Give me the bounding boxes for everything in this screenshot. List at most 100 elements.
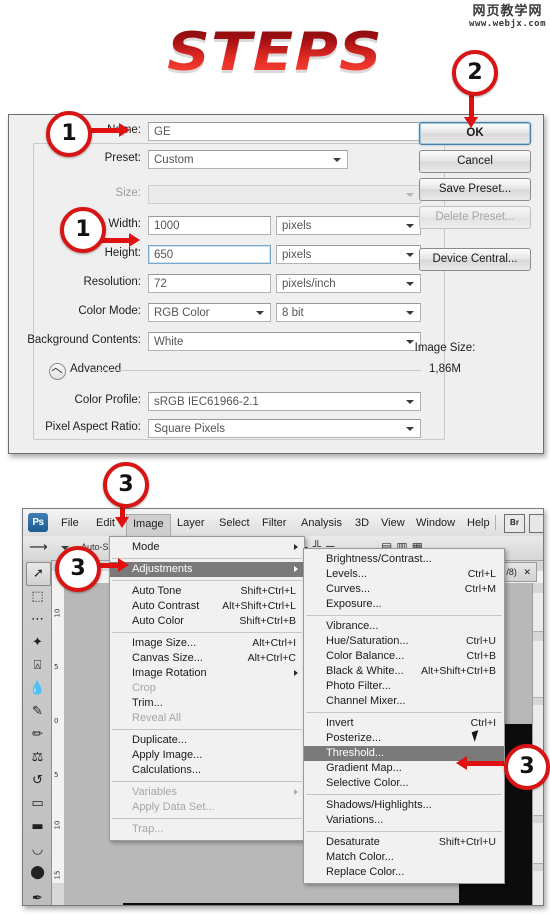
menu-item-label: Brightness/Contrast... (326, 553, 432, 565)
tool-crop[interactable]: ⍓ (26, 655, 49, 677)
menu-item-shortcut: Ctrl+L (467, 568, 496, 580)
menu-filter[interactable]: Filter (256, 514, 292, 532)
height-input[interactable]: 650 (148, 245, 271, 264)
menu-item-label: Apply Image... (132, 749, 203, 761)
menu-item-label: Replace Color... (326, 866, 405, 878)
tool-pen[interactable]: ✒ (26, 888, 49, 905)
menu-item-desaturate[interactable]: Desaturate Shift+Ctrl+U (304, 835, 504, 850)
menu-item-exposure[interactable]: Exposure... (304, 597, 504, 612)
menu-item-adjustments[interactable]: Adjustments (110, 562, 304, 577)
ruler-label: 15 (53, 870, 62, 880)
menu-item-selective-color[interactable]: Selective Color... (304, 776, 504, 791)
image-menu[interactable]: Mode Adjustments Auto Tone Shift+Ctrl+L Auto… (109, 536, 305, 841)
menu-item-auto-contrast[interactable]: Auto Contrast Alt+Shift+Ctrl+L (110, 599, 304, 614)
tool-move[interactable]: ➚ (26, 562, 51, 586)
menu-item-threshold[interactable]: Threshold... (304, 746, 504, 761)
menu-layer[interactable]: Layer (171, 514, 211, 532)
menu-file[interactable]: File (55, 514, 85, 532)
menu-item-hue-saturation[interactable]: Hue/Saturation... Ctrl+U (304, 634, 504, 649)
pixel-aspect-select[interactable]: Square Pixels (148, 419, 421, 438)
cancel-button[interactable]: Cancel (419, 150, 531, 173)
menu-item-levels[interactable]: Levels... Ctrl+L (304, 567, 504, 582)
menu-item-auto-color[interactable]: Auto Color Shift+Ctrl+B (110, 614, 304, 629)
height-unit-select[interactable]: pixels (276, 245, 421, 264)
menu-item-calculations[interactable]: Calculations... (110, 763, 304, 778)
menu-item-brightness-contrast[interactable]: Brightness/Contrast... (304, 552, 504, 567)
advanced-collapse-icon[interactable] (49, 363, 66, 380)
menu-item-curves[interactable]: Curves... Ctrl+M (304, 582, 504, 597)
save-preset-button[interactable]: Save Preset... (419, 178, 531, 201)
new-document-dialog: Name: GE Preset: Custom Size: Width: 100… (8, 114, 544, 454)
tool-clone-stamp[interactable]: ⚖ (26, 747, 49, 769)
menu-3d[interactable]: 3D (349, 514, 375, 532)
width-unit-select[interactable]: pixels (276, 216, 421, 235)
menu-help[interactable]: Help (461, 514, 496, 532)
menu-item-channel-mixer[interactable]: Channel Mixer... (304, 694, 504, 709)
menu-item-mode[interactable]: Mode (110, 540, 304, 555)
document-tab[interactable]: /8) ✕ (500, 562, 537, 582)
menu-item-invert[interactable]: Invert Ctrl+I (304, 716, 504, 731)
panel-block[interactable] (533, 593, 543, 632)
menu-item-canvas-size[interactable]: Canvas Size... Alt+Ctrl+C (110, 651, 304, 666)
tool-lasso[interactable]: ⋯ (26, 609, 49, 631)
background-contents-select[interactable]: White (148, 332, 421, 351)
screen-mode-icon[interactable] (529, 514, 543, 533)
menu-separator (112, 729, 302, 730)
menu-item-black-white[interactable]: Black & White... Alt+Shift+Ctrl+B (304, 664, 504, 679)
preset-select[interactable]: Custom (148, 150, 348, 169)
tool-eyedropper[interactable]: 💧 (26, 678, 49, 700)
menu-item-replace-color[interactable]: Replace Color... (304, 865, 504, 880)
size-select[interactable] (148, 185, 421, 204)
tool-eraser[interactable]: ▭ (26, 793, 49, 815)
menu-analysis[interactable]: Analysis (295, 514, 348, 532)
resolution-input[interactable]: 72 (148, 274, 271, 293)
bridge-icon[interactable]: Br (504, 514, 525, 533)
menu-item-shadows-highlights[interactable]: Shadows/Highlights... (304, 798, 504, 813)
color-profile-select[interactable]: sRGB IEC61966-2.1 (148, 392, 421, 411)
menu-item-image-rotation[interactable]: Image Rotation (110, 666, 304, 681)
tool-marquee[interactable]: ⬚ (26, 586, 49, 608)
chevron-right-icon (294, 544, 298, 550)
menu-window[interactable]: Window (410, 514, 461, 532)
chevron-down-icon (333, 158, 341, 162)
menu-item-apply-image[interactable]: Apply Image... (110, 748, 304, 763)
color-depth-value: 8 bit (282, 307, 304, 319)
menu-image[interactable]: Image (126, 514, 171, 536)
menu-item-match-color[interactable]: Match Color... (304, 850, 504, 865)
name-input[interactable]: GE (148, 122, 435, 141)
close-icon[interactable]: ✕ (523, 567, 531, 577)
resolution-unit-select[interactable]: pixels/inch (276, 274, 421, 293)
menu-item-duplicate[interactable]: Duplicate... (110, 733, 304, 748)
tool-blur[interactable]: ◡ (26, 839, 49, 861)
tool-magic-wand[interactable]: ✦ (26, 632, 49, 654)
tool-healing-brush[interactable]: ✎ (26, 701, 49, 723)
menu-item-trim[interactable]: Trim... (110, 696, 304, 711)
menu-item-image-size[interactable]: Image Size... Alt+Ctrl+I (110, 636, 304, 651)
menu-select[interactable]: Select (213, 514, 256, 532)
menu-item-variations[interactable]: Variations... (304, 813, 504, 828)
menu-item-photo-filter[interactable]: Photo Filter... (304, 679, 504, 694)
menu-item-auto-tone[interactable]: Auto Tone Shift+Ctrl+L (110, 584, 304, 599)
tool-gradient[interactable]: ▬ (26, 816, 49, 838)
panel-block[interactable] (533, 871, 543, 905)
adjustments-submenu[interactable]: Brightness/Contrast... Levels... Ctrl+L Cur… (303, 548, 505, 884)
width-input[interactable]: 1000 (148, 216, 271, 235)
color-depth-select[interactable]: 8 bit (276, 303, 421, 322)
menu-item-vibrance[interactable]: Vibrance... (304, 619, 504, 634)
tool-history-brush[interactable]: ↺ (26, 770, 49, 792)
color-mode-select[interactable]: RGB Color (148, 303, 271, 322)
menu-item-color-balance[interactable]: Color Balance... Ctrl+B (304, 649, 504, 664)
menu-item-label: Duplicate... (132, 734, 188, 746)
photoshop-logo-icon: Ps (28, 513, 48, 532)
tool-brush[interactable]: ✏ (26, 724, 49, 746)
background-contents-value: White (154, 336, 184, 348)
menu-view[interactable]: View (375, 514, 411, 532)
panel-block[interactable] (533, 823, 543, 864)
device-central-button[interactable]: Device Central... (419, 248, 531, 271)
menu-item-label: Hue/Saturation... (326, 635, 409, 647)
menu-item-trap: Trap... (110, 822, 304, 837)
panel-block[interactable] (533, 641, 543, 698)
delete-preset-button[interactable]: Delete Preset... (419, 206, 531, 229)
menu-item-shortcut: Alt+Ctrl+I (252, 637, 296, 649)
tool-dodge[interactable]: ⬤ (26, 862, 49, 884)
